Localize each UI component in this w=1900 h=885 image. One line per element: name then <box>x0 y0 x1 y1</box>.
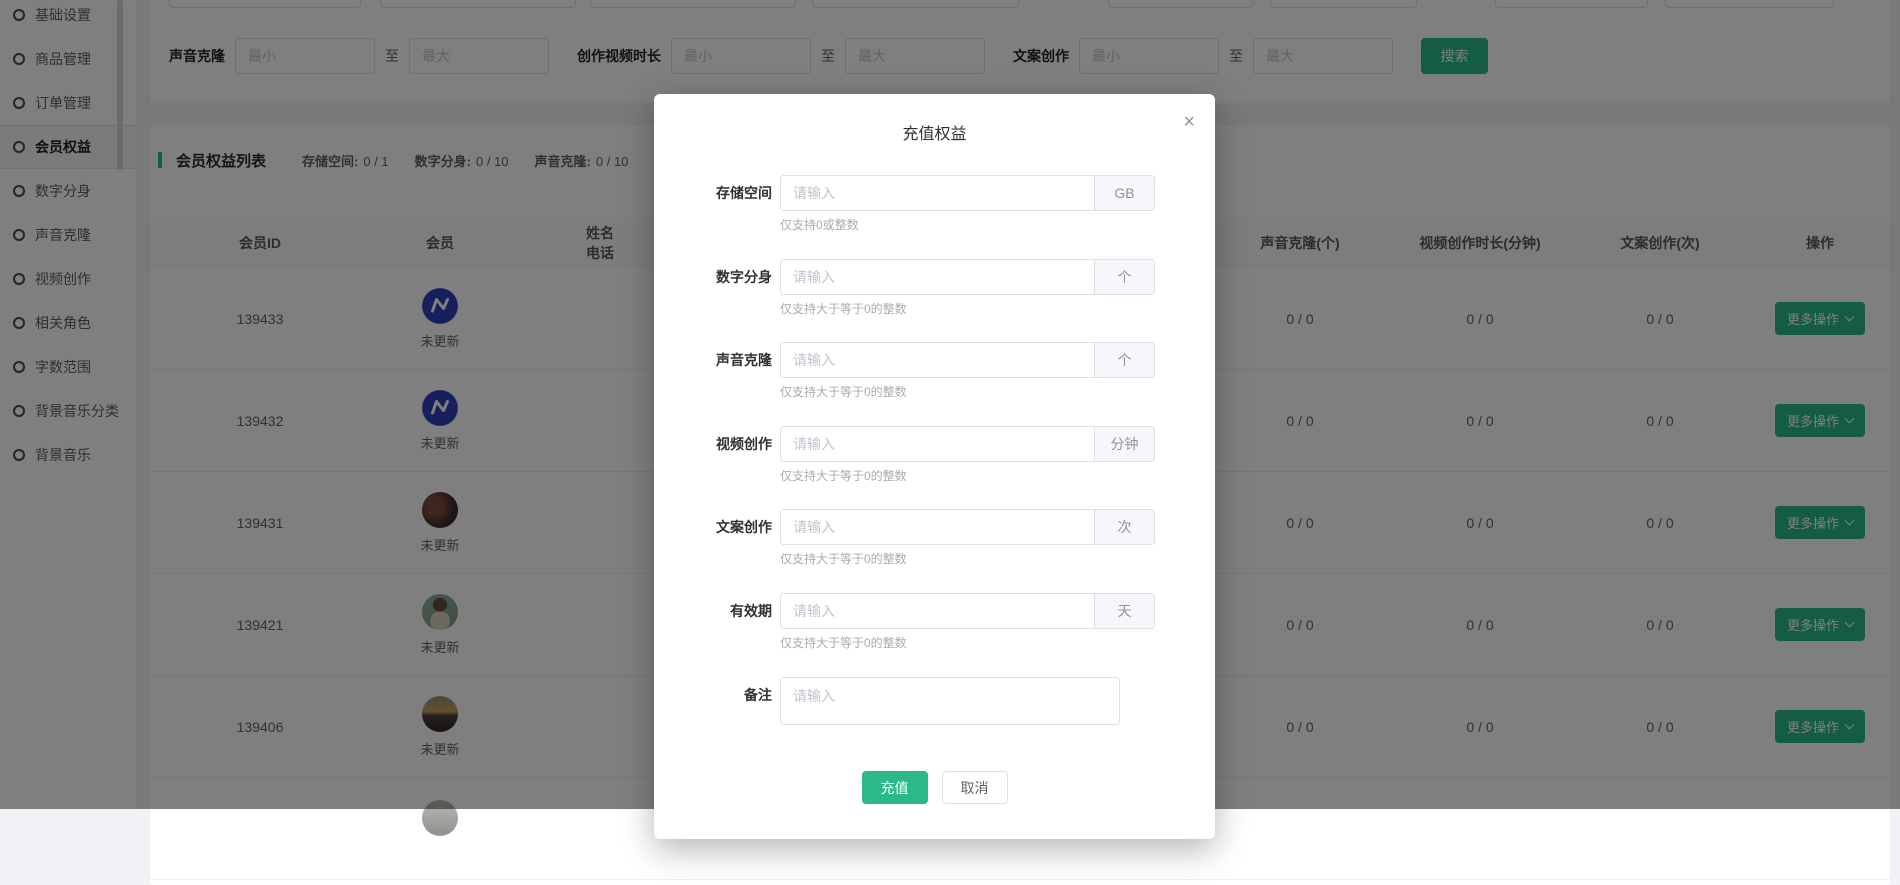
field-hint: 仅支持大于等于0的整数 <box>780 634 1155 651</box>
validity-input[interactable] <box>781 594 1094 628</box>
recharge-rights-modal: 充值权益 × 存储空间 GB 仅支持0或整数 数字分身 个 仅支持大于等于0的整… <box>654 94 1215 839</box>
storage-input[interactable] <box>781 176 1094 210</box>
modal-title: 充值权益 <box>654 120 1215 144</box>
voice-clone-input[interactable] <box>781 343 1094 377</box>
unit-suffix: 分钟 <box>1094 427 1154 461</box>
field-label: 备注 <box>654 677 772 713</box>
digital-avatar-input[interactable] <box>781 260 1094 294</box>
remark-textarea[interactable] <box>780 677 1120 725</box>
modal-footer: 充值 取消 <box>654 771 1215 804</box>
unit-suffix: GB <box>1094 176 1154 210</box>
unit-suffix: 个 <box>1094 343 1154 377</box>
unit-suffix: 天 <box>1094 594 1154 628</box>
field-label: 有效期 <box>654 593 772 629</box>
unit-suffix: 次 <box>1094 510 1154 544</box>
field-hint: 仅支持大于等于0的整数 <box>780 383 1155 400</box>
field-label: 数字分身 <box>654 259 772 295</box>
field-voice-clone: 声音克隆 个 仅支持大于等于0的整数 <box>654 342 1155 400</box>
field-label: 存储空间 <box>654 175 772 211</box>
close-icon[interactable]: × <box>1183 112 1195 132</box>
field-validity: 有效期 天 仅支持大于等于0的整数 <box>654 593 1155 651</box>
field-storage: 存储空间 GB 仅支持0或整数 <box>654 175 1155 233</box>
field-label: 视频创作 <box>654 426 772 462</box>
field-hint: 仅支持大于等于0的整数 <box>780 550 1155 567</box>
video-creation-input[interactable] <box>781 427 1094 461</box>
field-remark: 备注 <box>654 677 1120 730</box>
field-label: 声音克隆 <box>654 342 772 378</box>
field-label: 文案创作 <box>654 509 772 545</box>
recharge-confirm-button[interactable]: 充值 <box>862 771 928 804</box>
field-digital-avatar: 数字分身 个 仅支持大于等于0的整数 <box>654 259 1155 317</box>
field-video-creation: 视频创作 分钟 仅支持大于等于0的整数 <box>654 426 1155 484</box>
field-hint: 仅支持大于等于0的整数 <box>780 467 1155 484</box>
cancel-button[interactable]: 取消 <box>942 771 1008 804</box>
unit-suffix: 个 <box>1094 260 1154 294</box>
field-hint: 仅支持大于等于0的整数 <box>780 300 1155 317</box>
field-copywriting: 文案创作 次 仅支持大于等于0的整数 <box>654 509 1155 567</box>
copywriting-input[interactable] <box>781 510 1094 544</box>
field-hint: 仅支持0或整数 <box>780 216 1155 233</box>
